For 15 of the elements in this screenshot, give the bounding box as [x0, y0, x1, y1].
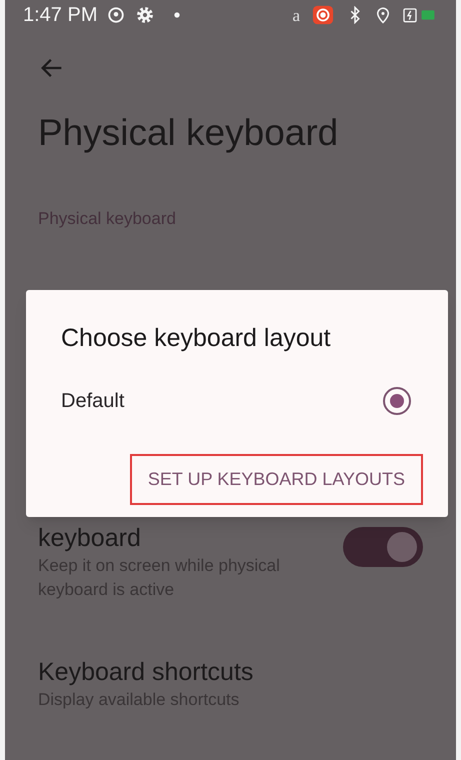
setting-title: Keyboard shortcuts — [38, 656, 254, 688]
circle-dot-icon — [107, 6, 126, 24]
dot-icon — [173, 11, 182, 19]
record-icon — [310, 4, 336, 26]
status-time: 1:47 PM — [23, 5, 98, 25]
location-pin-icon — [374, 6, 392, 24]
layout-option[interactable]: Default — [61, 386, 413, 416]
dialog-title: Choose keyboard layout — [61, 323, 332, 354]
status-letter: a — [292, 6, 300, 24]
page-title: Physical keyboard — [37, 111, 340, 155]
toggle-switch[interactable] — [343, 526, 423, 567]
set-up-layouts-button[interactable]: SET UP KEYBOARD LAYOUTS — [130, 454, 423, 504]
radio-button[interactable] — [383, 386, 411, 414]
settings-icon — [135, 5, 156, 25]
setting-title: keyboard — [38, 522, 142, 554]
